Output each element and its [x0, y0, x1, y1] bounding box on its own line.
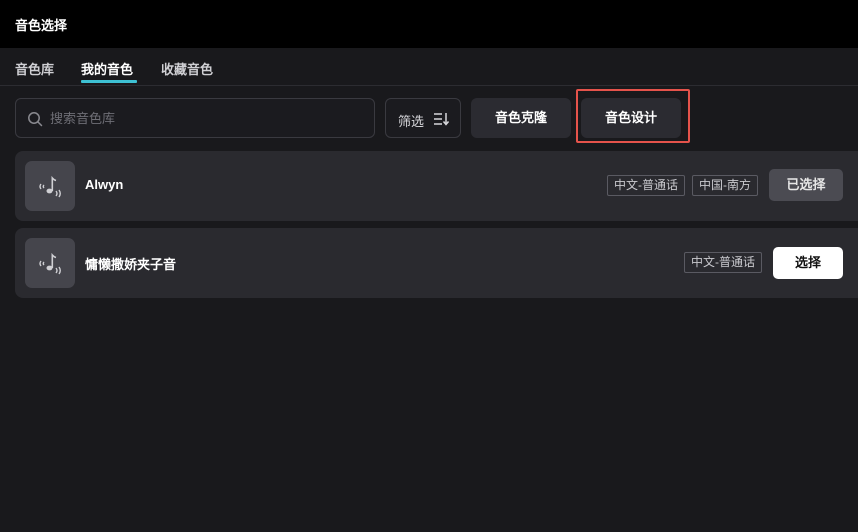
- voice-avatar: [25, 238, 75, 288]
- voice-card-lazy-cute: 慵懒撒娇夹子音 中文-普通话 选择: [15, 228, 858, 298]
- voice-card-alwyn: Alwyn 中文-普通话 中国-南方 已选择: [15, 151, 858, 221]
- search-input[interactable]: [50, 108, 360, 128]
- voice-design-highlight: [576, 89, 690, 143]
- voice-note-icon: [39, 252, 61, 275]
- window-title: 音色选择: [15, 18, 68, 33]
- voice-tag-region: 中国-南方: [692, 175, 758, 196]
- voice-tag-language: 中文-普通话: [684, 252, 762, 273]
- voice-selected-button[interactable]: 已选择: [769, 169, 843, 201]
- tab-bar: 音色库 我的音色 收藏音色: [0, 48, 858, 86]
- filter-button[interactable]: 筛选: [385, 98, 461, 138]
- voice-note-icon: [39, 175, 61, 198]
- voice-name: 慵懒撒娇夹子音: [85, 257, 177, 272]
- filter-sort-icon: [434, 113, 449, 126]
- voice-name: Alwyn: [85, 177, 124, 192]
- search-icon: [28, 112, 43, 127]
- voice-tag-language: 中文-普通话: [607, 175, 685, 196]
- voice-avatar: [25, 161, 75, 211]
- filter-label: 筛选: [398, 114, 425, 129]
- tab-favorite-voices[interactable]: 收藏音色: [161, 59, 213, 78]
- tab-my-voices[interactable]: 我的音色: [81, 59, 133, 78]
- voice-clone-button[interactable]: 音色克隆: [471, 98, 571, 138]
- title-bar: 音色选择: [0, 0, 858, 48]
- tab-voice-library[interactable]: 音色库: [15, 59, 54, 78]
- active-tab-indicator: [81, 80, 137, 83]
- search-box[interactable]: [15, 98, 375, 138]
- voice-select-button[interactable]: 选择: [773, 247, 843, 279]
